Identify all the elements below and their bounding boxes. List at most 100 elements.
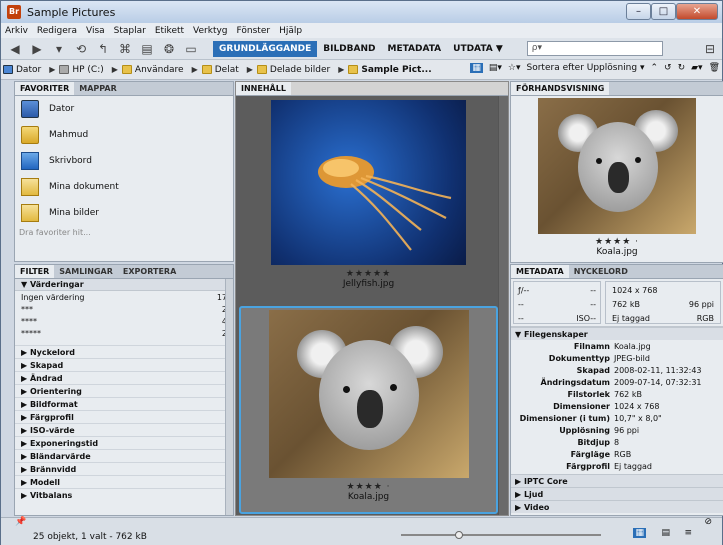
thumbnail-quality-icon[interactable]: ▤▾ <box>489 63 502 73</box>
workspace-grundlaggande[interactable]: GRUNDLÄGGANDE <box>213 40 318 57</box>
menu-redigera[interactable]: Redigera <box>37 26 77 36</box>
crumb-dator[interactable]: Dator <box>3 65 41 75</box>
tab-nyckelord[interactable]: NYCKELORD <box>569 265 633 278</box>
forward-arrow-icon[interactable]: ▶ <box>29 42 45 56</box>
rotate-left-icon[interactable]: ↺ <box>664 63 672 73</box>
favorite-item-mina-dokument[interactable]: Mina dokument <box>15 174 233 200</box>
filter-category-bildformat[interactable]: ▶ Bildformat <box>15 397 233 410</box>
open-in-raw-icon[interactable]: ❂ <box>161 42 177 56</box>
jellyfish-photo <box>271 100 466 265</box>
filter-category-skapad[interactable]: ▶ Skapad <box>15 358 233 371</box>
window-title: Sample Pictures <box>27 5 116 19</box>
section-video[interactable]: ▶ Video <box>511 500 723 513</box>
preview-rating[interactable]: ★★★★ · <box>511 237 723 247</box>
title-bar: Br Sample Pictures – □ ✕ <box>1 1 722 23</box>
tab-exportera[interactable]: EXPORTERA <box>118 265 181 278</box>
filter-scrollbar[interactable] <box>225 279 233 515</box>
menu-staplar[interactable]: Staplar <box>114 26 146 36</box>
slider-thumb[interactable] <box>455 531 463 539</box>
rating-5[interactable]: *****2 <box>15 327 233 339</box>
filter-category-blandarvarde[interactable]: ▶ Bländarvärde <box>15 449 233 462</box>
thumbnail-koala[interactable]: ★★★★ · Koala.jpg <box>239 306 498 514</box>
maximize-button[interactable]: □ <box>651 3 676 20</box>
details-view-icon[interactable]: ▤ <box>661 528 670 538</box>
section-ljud[interactable]: ▶ Ljud <box>511 487 723 500</box>
filter-category-brannvidd[interactable]: ▶ Brännvidd <box>15 462 233 475</box>
rotate-right-icon[interactable]: ↻ <box>678 63 686 73</box>
trash-icon[interactable]: 🗑 <box>709 63 720 73</box>
camera-data: ƒ/-- -- -- -- -- ISO-- <box>513 281 601 324</box>
filter-category-iso[interactable]: ▶ ISO-värde <box>15 423 233 436</box>
tab-metadata[interactable]: METADATA <box>511 265 569 278</box>
no-filter-icon[interactable]: ⊘ <box>704 517 712 527</box>
minimize-button[interactable]: – <box>626 3 651 20</box>
pin-icon[interactable]: 📌 <box>15 517 26 527</box>
workspace-metadata[interactable]: METADATA <box>381 41 447 57</box>
close-button[interactable]: ✕ <box>676 3 718 20</box>
content-scrollbar[interactable] <box>498 96 508 515</box>
tab-innehall[interactable]: INNEHÅLL <box>236 82 291 95</box>
ratings-header[interactable]: ▼ Värderingar <box>15 279 233 291</box>
section-filegenskaper[interactable]: ▼ Filegenskaper <box>511 327 723 340</box>
reveal-icon[interactable]: ⟲ <box>73 42 89 56</box>
filter-category-vitbalans[interactable]: ▶ Vitbalans <box>15 488 233 501</box>
tab-forhandsvisning[interactable]: FÖRHANDSVISNING <box>511 82 610 95</box>
rating-3[interactable]: ***2 <box>15 303 233 315</box>
new-folder-icon[interactable]: ▰▾ <box>691 63 702 73</box>
compact-mode-icon[interactable]: ⊟ <box>702 42 718 56</box>
menu-fonster[interactable]: Fönster <box>237 26 271 36</box>
rating-none[interactable]: Ingen värdering 17 <box>15 291 233 303</box>
menu-verktyg[interactable]: Verktyg <box>193 26 227 36</box>
output-icon[interactable]: ▭ <box>183 42 199 56</box>
menu-arkiv[interactable]: Arkiv <box>5 26 28 36</box>
favorite-item-dator[interactable]: Dator <box>15 96 233 122</box>
crumb-hp-c[interactable]: HP (C:) <box>59 65 104 75</box>
return-icon[interactable]: ↰ <box>95 42 111 56</box>
menu-hjalp[interactable]: Hjälp <box>279 26 302 36</box>
grid-view-icon[interactable]: ▦ <box>633 528 646 538</box>
list-view-icon[interactable]: ≡ <box>684 528 692 538</box>
refine-icon[interactable]: ▤ <box>139 42 155 56</box>
section-iptc-core[interactable]: ▶ IPTC Core <box>511 474 723 487</box>
tab-mappar[interactable]: MAPPAR <box>74 82 122 95</box>
star-filter-icon[interactable]: ☆▾ <box>508 63 521 73</box>
sort-dropdown[interactable]: Sortera efter Upplösning ▾ <box>527 63 645 73</box>
folder-icon <box>348 65 359 74</box>
thumbnail-jellyfish[interactable]: ★★★★★ Jellyfish.jpg <box>239 98 498 295</box>
koala-rating[interactable]: ★★★★ · <box>241 482 496 492</box>
metering-value: -- <box>590 300 596 309</box>
favorite-item-skrivbord[interactable]: Skrivbord <box>15 148 233 174</box>
workspace-utdata[interactable]: UTDATA ▼ <box>447 41 509 57</box>
filter-category-exponeringstid[interactable]: ▶ Exponeringstid <box>15 436 233 449</box>
preview-image[interactable] <box>538 98 696 234</box>
tab-samlingar[interactable]: SAMLINGAR <box>54 265 118 278</box>
favorite-item-mina-bilder[interactable]: Mina bilder <box>15 200 233 226</box>
filter-quality-icon[interactable]: ▦ <box>470 63 483 73</box>
menu-etikett[interactable]: Etikett <box>155 26 184 36</box>
koala-nose <box>608 162 629 193</box>
crumb-sample-pictures[interactable]: Sample Pict... <box>348 65 432 75</box>
search-input[interactable]: ρ▾ <box>526 41 663 56</box>
tab-favoriter[interactable]: FAVORITER <box>15 82 75 95</box>
back-arrow-icon[interactable]: ◀ <box>7 42 23 56</box>
sort-ascending-icon[interactable]: ⌃ <box>650 63 658 73</box>
jellyfish-rating[interactable]: ★★★★★ <box>239 269 498 279</box>
tab-filter[interactable]: FILTER <box>15 265 55 278</box>
filter-category-fargprofil[interactable]: ▶ Färgprofil <box>15 410 233 423</box>
menu-visa[interactable]: Visa <box>86 26 105 36</box>
filter-category-modell[interactable]: ▶ Modell <box>15 475 233 488</box>
recent-dropdown-icon[interactable]: ▾ <box>51 42 67 56</box>
favorite-item-mahmud[interactable]: Mahmud <box>15 122 233 148</box>
folder-icon <box>121 65 132 74</box>
filter-category-nyckelord[interactable]: ▶ Nyckelord <box>15 345 233 358</box>
filter-category-orientering[interactable]: ▶ Orientering <box>15 384 233 397</box>
workspace-bildband[interactable]: BILDBAND <box>317 41 381 57</box>
window-controls: – □ ✕ <box>626 3 718 20</box>
filter-category-andrad[interactable]: ▶ Ändrad <box>15 371 233 384</box>
camera-download-icon[interactable]: ⌘ <box>117 42 133 56</box>
crumb-delade-bilder[interactable]: Delade bilder <box>256 65 330 75</box>
crumb-anvandare[interactable]: Användare <box>121 65 184 75</box>
crumb-delat[interactable]: Delat <box>201 65 239 75</box>
rating-4[interactable]: ****4 <box>15 315 233 327</box>
thumbnail-size-slider[interactable] <box>401 531 601 539</box>
